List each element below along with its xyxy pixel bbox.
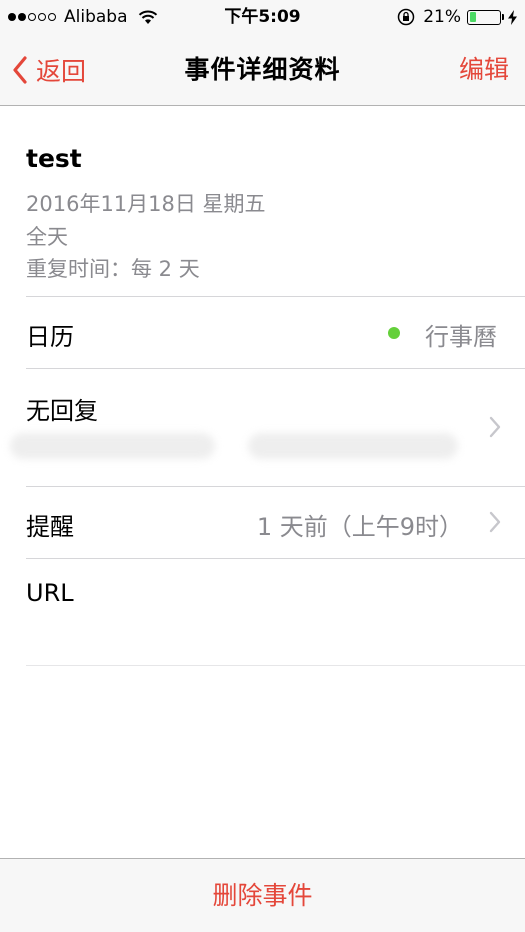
url-row[interactable]: URL [0, 559, 525, 665]
status-right: 21% [397, 0, 517, 34]
event-title: test [26, 144, 82, 173]
url-label: URL [26, 579, 74, 607]
charging-bolt-icon [508, 9, 517, 25]
event-summary: test 2016年11月18日 星期五 全天 重复时间：每 2 天 [0, 106, 525, 296]
battery-cap [502, 14, 504, 20]
obscured-attendee [248, 433, 458, 459]
calendar-label: 日历 [26, 323, 74, 351]
invitation-status-row[interactable]: 无回复 [0, 369, 525, 486]
alert-value: 1 天前（上午9时） [256, 513, 463, 541]
status-bar: Alibaba 下午5:09 21% [0, 0, 525, 34]
calendar-row[interactable]: 日历 行事曆 [0, 297, 525, 368]
obscured-attendee [10, 433, 215, 459]
calendar-value: 行事曆 [425, 323, 497, 351]
battery-fill [469, 12, 476, 22]
separator [26, 665, 525, 666]
alert-row[interactable]: 提醒 1 天前（上午9时） [0, 487, 525, 558]
alert-label: 提醒 [26, 513, 74, 541]
page-title: 事件详细资料 [184, 55, 341, 84]
event-all-day: 全天 [26, 225, 68, 249]
event-date: 2016年11月18日 星期五 [26, 192, 266, 216]
calendar-color-dot [388, 327, 400, 339]
battery-icon [467, 9, 504, 25]
chevron-right-icon [489, 511, 501, 537]
chevron-right-icon [489, 416, 501, 442]
invitation-status-label: 无回复 [26, 397, 98, 425]
navigation-bar: 返回 事件详细资料 编辑 [0, 34, 525, 106]
battery-body [467, 9, 501, 25]
delete-event-button[interactable]: 删除事件 [0, 858, 525, 932]
battery-percent: 21% [423, 7, 461, 27]
rotation-lock-icon [397, 8, 415, 26]
edit-button[interactable]: 编辑 [459, 34, 509, 105]
event-repeat: 重复时间：每 2 天 [26, 257, 200, 281]
